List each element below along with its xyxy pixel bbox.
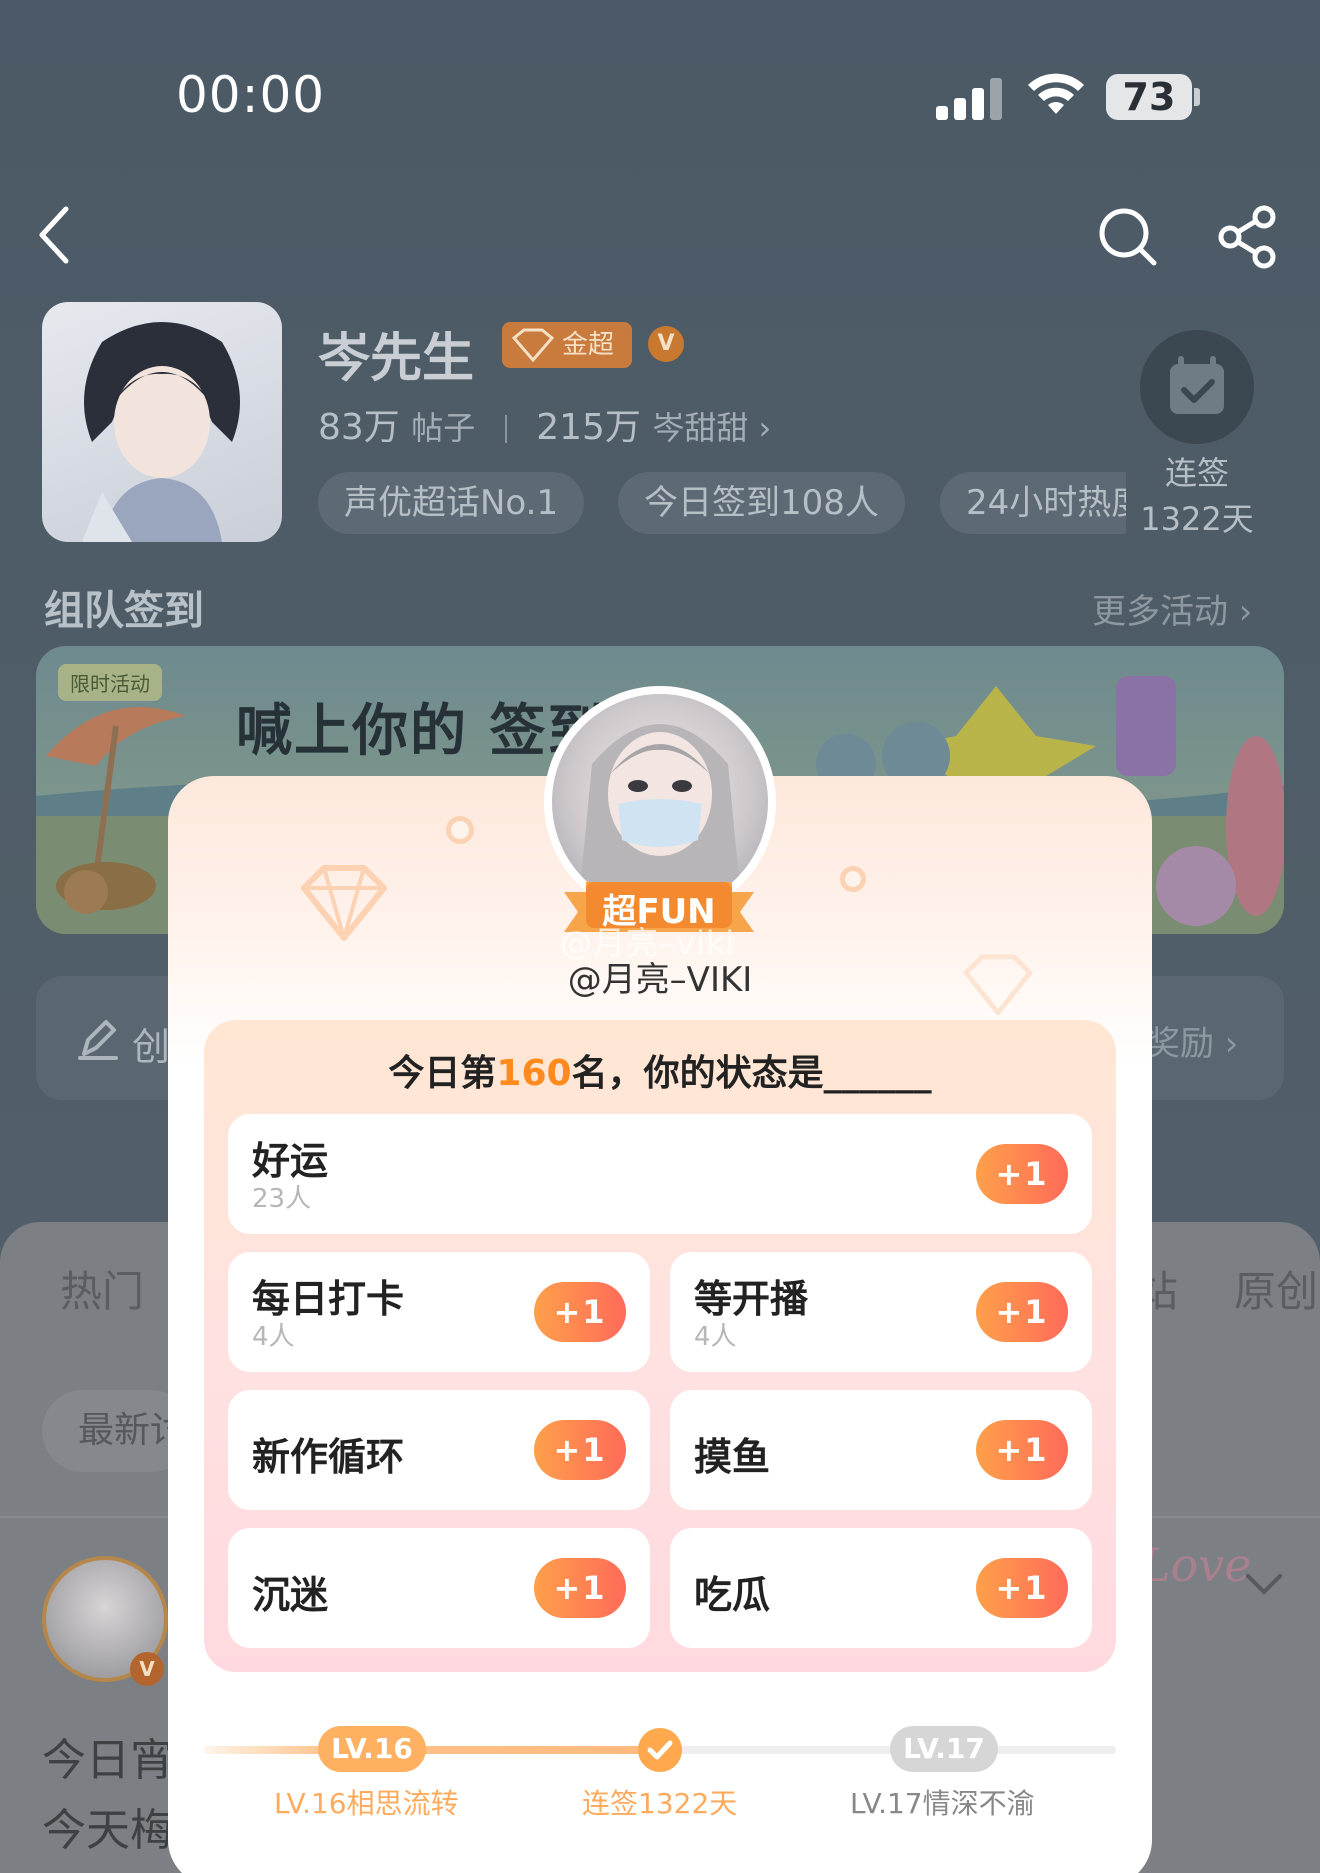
search-button[interactable] (1096, 205, 1160, 273)
next-level-pill: LV.17 (890, 1726, 998, 1772)
plus-one-button[interactable]: +1 (534, 1282, 626, 1342)
watermark: @月亮–viki (560, 924, 736, 962)
status-question: 今日第160名，你的状态是______ (204, 1044, 1116, 1096)
fans-count: 215万 (536, 407, 641, 448)
option-label: 吃瓜 (694, 1573, 771, 1617)
team-checkin-title: 组队签到 (44, 588, 204, 634)
option-label: 新作循环 (252, 1435, 405, 1479)
topic-tags: 声优超话No.1 今日签到108人 24小时热度 (318, 472, 1126, 534)
feed-decoration: Love (1140, 1538, 1252, 1592)
chevron-left-icon (39, 206, 69, 264)
calendar-check-icon (1170, 356, 1224, 414)
plus-one-button[interactable]: +1 (534, 1420, 626, 1480)
option-count: 23人 (252, 1184, 312, 1214)
status-option[interactable]: 新作循环 +1 (228, 1390, 650, 1510)
status-question-panel: 今日第160名，你的状态是______ 好运 23人 +1 每日打卡 4人 +1… (204, 1020, 1116, 1672)
fans-link[interactable]: 岑甜甜 › (652, 409, 771, 447)
checkin-streak: 连签 1322天 (1126, 450, 1268, 542)
status-option[interactable]: 沉迷 +1 (228, 1528, 650, 1648)
posts-label: 帖子 (411, 409, 476, 447)
verified-v-icon: V (648, 326, 684, 362)
diamond-icon (511, 328, 555, 362)
checkin-days: 1322天 (1140, 500, 1254, 538)
option-count: 4人 (694, 1322, 737, 1352)
share-icon (1218, 205, 1276, 269)
plus-one-button[interactable]: +1 (976, 1420, 1068, 1480)
limited-activity-tag: 限时活动 (58, 664, 162, 701)
edit-icon (76, 1014, 120, 1066)
plus-one-button[interactable]: +1 (976, 1282, 1068, 1342)
gold-super-badge: 金超 (502, 322, 632, 368)
status-option[interactable]: 吃瓜 +1 (670, 1528, 1092, 1648)
option-label: 摸鱼 (694, 1435, 771, 1479)
user-avatar-image (552, 694, 768, 910)
battery-tip (1194, 88, 1200, 106)
decoration-dot (446, 816, 474, 844)
status-time: 00:00 (176, 66, 326, 124)
create-label: 创 (132, 1025, 171, 1069)
stats-divider (504, 415, 507, 443)
topic-avatar[interactable] (42, 302, 282, 542)
option-label: 每日打卡 (252, 1277, 405, 1321)
chevron-down-icon[interactable] (1244, 1572, 1284, 1602)
tab-original[interactable]: 原创 (1234, 1258, 1318, 1319)
plus-one-button[interactable]: +1 (976, 1558, 1068, 1618)
checkin-label: 连签 (1164, 454, 1229, 492)
rank-number: 160 (496, 1053, 572, 1094)
option-count: 4人 (252, 1322, 295, 1352)
search-icon (1099, 208, 1157, 266)
share-button[interactable] (1216, 205, 1280, 273)
posts-count: 83万 (318, 407, 400, 448)
checkin-button[interactable] (1140, 330, 1254, 444)
plus-one-button[interactable]: +1 (534, 1558, 626, 1618)
option-label: 沉迷 (252, 1573, 329, 1617)
checkmark-icon (638, 1728, 682, 1772)
post-text-line: 今天梅 (42, 1805, 174, 1856)
status-option[interactable]: 摸鱼 +1 (670, 1390, 1092, 1510)
decoration-dot (840, 866, 866, 892)
gold-badge-label: 金超 (562, 330, 615, 360)
back-button[interactable] (34, 205, 74, 265)
post-text-line: 今日宵 (42, 1735, 174, 1786)
topic-stats: 83万 帖子 215万 岑甜甜 › (318, 398, 771, 450)
current-level-pill: LV.16 (318, 1726, 426, 1772)
question-suffix: 名，你的状态是______ (571, 1053, 932, 1094)
diamond-icon (301, 865, 387, 941)
option-label: 等开播 (694, 1277, 809, 1321)
tag-item[interactable]: 今日签到108人 (618, 472, 905, 534)
question-prefix: 今日第 (388, 1053, 497, 1094)
verified-v-icon: V (130, 1652, 164, 1686)
status-option[interactable]: 等开播 4人 +1 (670, 1252, 1092, 1372)
status-bar: 00:00 73 (0, 0, 1320, 180)
more-activities-link[interactable]: 更多活动 › (1092, 584, 1252, 633)
reward-link[interactable]: 奖励 › (1146, 1016, 1238, 1065)
tag-item[interactable]: 24小时热度 (940, 472, 1126, 534)
status-option[interactable]: 每日打卡 4人 +1 (228, 1252, 650, 1372)
tab-hot[interactable]: 热门 (60, 1258, 144, 1319)
tag-item[interactable]: 声优超话No.1 (318, 472, 585, 534)
option-label: 好运 (252, 1139, 329, 1183)
signal-icon (936, 78, 1002, 120)
topic-name: 岑先生 (318, 329, 475, 389)
next-level-caption: LV.17情深不渝 (850, 1787, 1035, 1820)
battery-indicator: 73 (1106, 74, 1192, 120)
wifi-icon (1026, 70, 1086, 120)
current-level-caption: LV.16相思流转 (274, 1787, 459, 1820)
streak-caption: 连签1322天 (582, 1787, 738, 1820)
plus-one-button[interactable]: +1 (976, 1144, 1068, 1204)
status-option[interactable]: 好运 23人 +1 (228, 1114, 1092, 1234)
